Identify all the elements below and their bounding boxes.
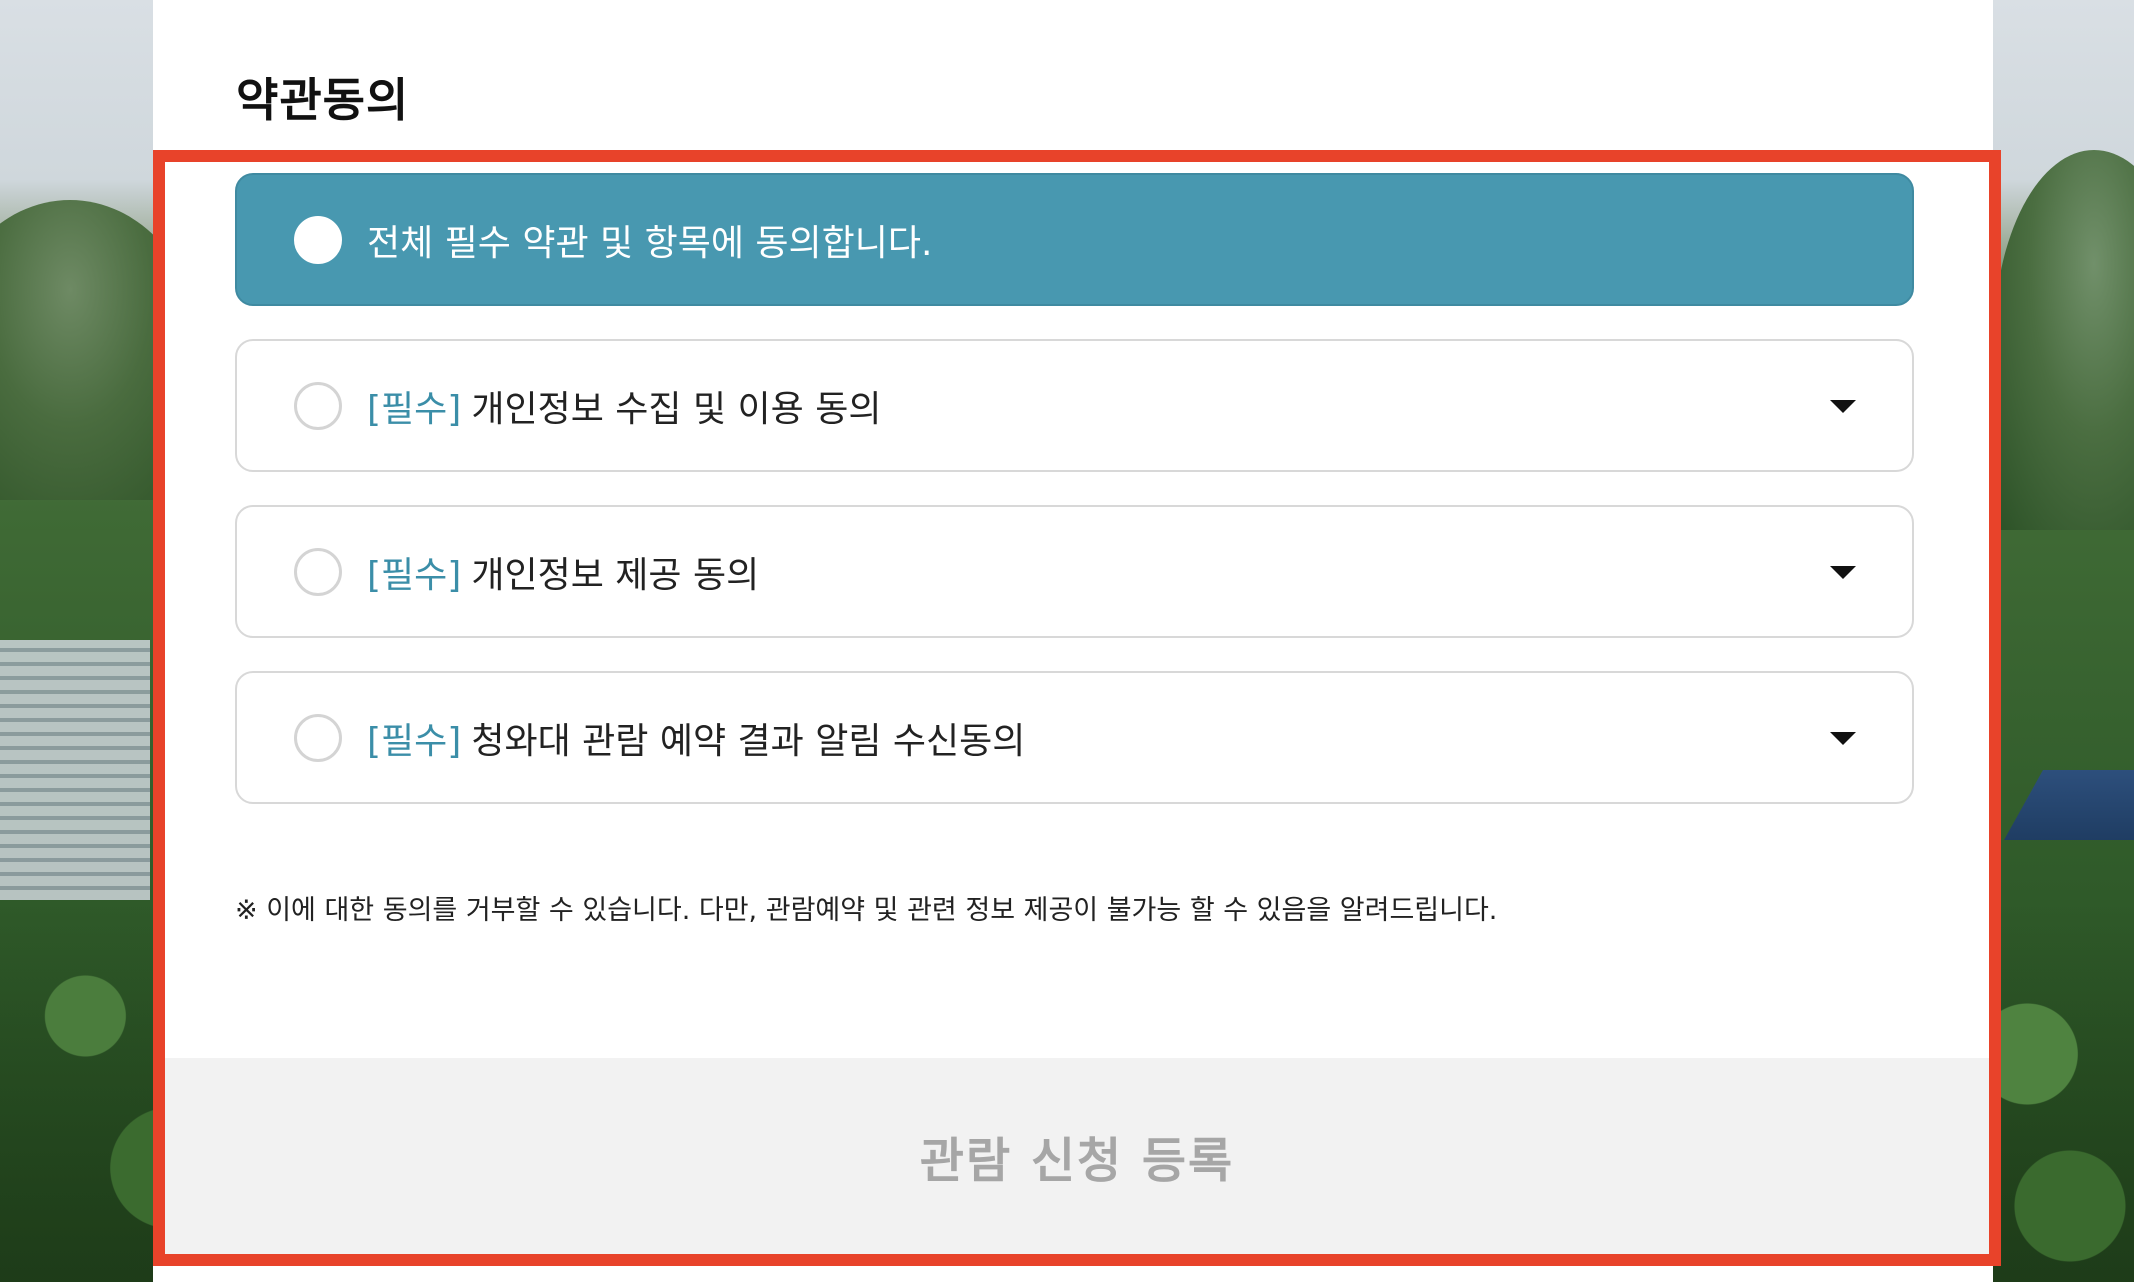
agreement-radio[interactable]	[294, 381, 342, 430]
submit-application-button[interactable]: 관람 신청 등록	[165, 1058, 1989, 1254]
agree-all-checkbox[interactable]: 전체 필수 약관 및 항목에 동의합니다.	[235, 173, 1914, 306]
required-tag: [필수]	[367, 388, 462, 430]
refusal-notice: ※ 이에 대한 동의를 거부할 수 있습니다. 다만, 관람예약 및 관련 정보…	[235, 895, 1498, 926]
section-title: 약관동의	[236, 73, 410, 127]
agreement-label: [필수] 개인정보 수집 및 이용 동의	[367, 380, 881, 432]
chevron-down-icon[interactable]	[1830, 565, 1856, 579]
agreement-item-notification[interactable]: [필수] 청와대 관람 예약 결과 알림 수신동의	[235, 671, 1914, 804]
agreement-radio[interactable]	[294, 547, 342, 596]
agreement-label: [필수] 청와대 관람 예약 결과 알림 수신동의	[367, 712, 1025, 764]
agreement-item-privacy-collection[interactable]: [필수] 개인정보 수집 및 이용 동의	[235, 339, 1914, 472]
chevron-down-icon[interactable]	[1830, 731, 1856, 745]
agreement-text: 개인정보 제공 동의	[471, 554, 760, 596]
agreement-item-privacy-provision[interactable]: [필수] 개인정보 제공 동의	[235, 505, 1914, 638]
agreement-text: 개인정보 수집 및 이용 동의	[471, 388, 882, 430]
required-tag: [필수]	[367, 554, 462, 596]
agreement-label: [필수] 개인정보 제공 동의	[367, 546, 759, 598]
blue-roof	[2004, 770, 2134, 840]
agreement-radio[interactable]	[294, 713, 342, 762]
agree-all-label: 전체 필수 약관 및 항목에 동의합니다.	[367, 222, 933, 264]
required-tag: [필수]	[367, 720, 462, 762]
agree-all-radio[interactable]	[294, 215, 342, 264]
mountain-right	[1994, 150, 2134, 530]
buildings	[0, 640, 150, 900]
chevron-down-icon[interactable]	[1830, 399, 1856, 413]
agreement-text: 청와대 관람 예약 결과 알림 수신동의	[471, 720, 1026, 762]
